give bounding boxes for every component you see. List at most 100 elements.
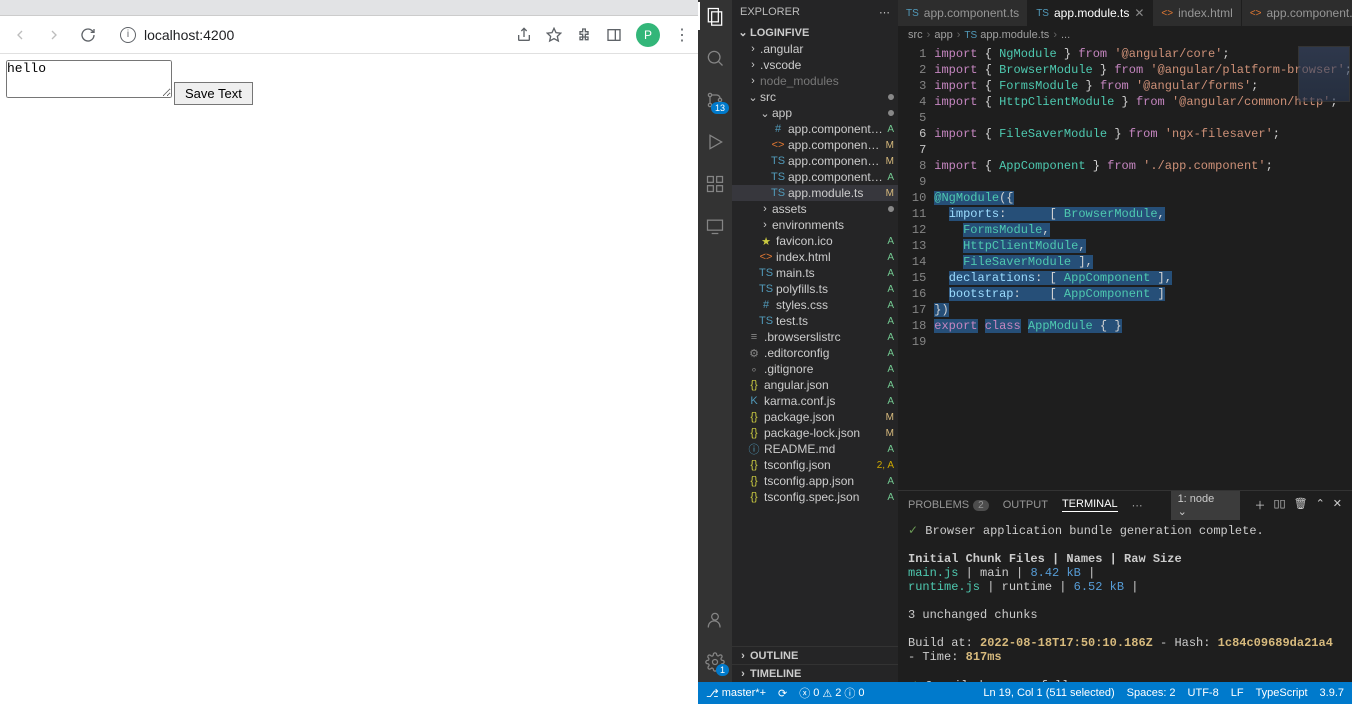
editor-tab[interactable]: TSapp.component.ts — [898, 0, 1028, 26]
trash-icon[interactable]: 🗑 — [1294, 497, 1308, 513]
text-input[interactable] — [6, 60, 172, 98]
browser-toolbar: i localhost:4200 P ⋮ — [0, 16, 698, 54]
tree-item[interactable]: ›.vscode — [732, 57, 898, 73]
bookmark-icon[interactable] — [546, 27, 562, 43]
tree-item[interactable]: TSmain.tsA — [732, 265, 898, 281]
vscode-window: 13 1 EXPLORER ⋯ ⌄LOGINFIVE ›.angular›.vs… — [698, 0, 1352, 704]
breadcrumb[interactable]: src›app›TS app.module.ts›... — [898, 26, 1352, 44]
tree-item[interactable]: <>index.htmlA — [732, 249, 898, 265]
tree-item[interactable]: {}package.jsonM — [732, 409, 898, 425]
maximize-icon[interactable]: ⌃ — [1316, 497, 1325, 513]
status-spaces[interactable]: Spaces: 2 — [1127, 687, 1176, 699]
activity-bar: 13 1 — [698, 0, 732, 682]
close-panel-icon[interactable]: ✕ — [1333, 497, 1342, 513]
profile-avatar[interactable]: P — [636, 23, 660, 47]
outline-section[interactable]: ›OUTLINE — [732, 646, 898, 664]
settings-icon[interactable]: 1 — [703, 650, 727, 674]
tree-item[interactable]: ≡.browserslistrcA — [732, 329, 898, 345]
status-branch[interactable]: ⎇ master*+ — [706, 687, 766, 700]
status-diagnostics[interactable]: ⓧ 0 ⚠ 2 ⓘ 0 — [799, 685, 864, 701]
tree-item[interactable]: ›node_modules — [732, 73, 898, 89]
status-position[interactable]: Ln 19, Col 1 (511 selected) — [983, 687, 1114, 699]
tree-item[interactable]: ⓘREADME.mdA — [732, 441, 898, 457]
debug-icon[interactable] — [703, 130, 727, 154]
explorer-icon[interactable] — [703, 4, 727, 28]
split-terminal-icon[interactable]: ▯▯ — [1273, 497, 1285, 513]
browser-window: i localhost:4200 P ⋮ Save Text — [0, 0, 698, 704]
code-lines[interactable]: import { NgModule } from '@angular/core'… — [934, 44, 1352, 490]
tree-item[interactable]: {}package-lock.jsonM — [732, 425, 898, 441]
account-icon[interactable] — [703, 608, 727, 632]
search-icon[interactable] — [703, 46, 727, 70]
more-icon[interactable]: ⋯ — [879, 6, 890, 19]
browser-tab-strip[interactable] — [0, 0, 698, 16]
editor-tab[interactable]: <>app.component.h — [1242, 0, 1352, 26]
remote-icon[interactable] — [703, 214, 727, 238]
site-info-icon[interactable]: i — [120, 27, 136, 43]
tree-item[interactable]: #styles.cssA — [732, 297, 898, 313]
editor-area: TSapp.component.tsTSapp.module.ts✕<>inde… — [898, 0, 1352, 682]
tree-item[interactable]: TSpolyfills.tsA — [732, 281, 898, 297]
tab-problems[interactable]: PROBLEMS2 — [908, 499, 989, 511]
tree-item[interactable]: TSapp.module.tsM — [732, 185, 898, 201]
tree-item[interactable]: ∘.gitignoreA — [732, 361, 898, 377]
forward-button[interactable] — [42, 23, 66, 47]
address-bar[interactable]: i localhost:4200 — [110, 21, 506, 49]
tree-item[interactable]: ›assets — [732, 201, 898, 217]
tree-item[interactable]: ★favicon.icoA — [732, 233, 898, 249]
reload-button[interactable] — [76, 23, 100, 47]
terminal-tabs: PROBLEMS2 OUTPUT TERMINAL ⋯ 1: node ⌄ ＋ … — [898, 491, 1352, 519]
tree-item[interactable]: ⚙.editorconfigA — [732, 345, 898, 361]
new-terminal-icon[interactable]: ＋ — [1254, 497, 1265, 513]
status-language[interactable]: TypeScript — [1256, 687, 1308, 699]
tree-item[interactable]: Kkarma.conf.jsA — [732, 393, 898, 409]
gutter: 12345678910111213141516171819 — [898, 44, 934, 490]
scm-icon[interactable]: 13 — [703, 88, 727, 112]
file-tree: ›.angular›.vscode›node_modules⌄src⌄app#a… — [732, 41, 898, 505]
sidebar-header: EXPLORER ⋯ — [732, 0, 898, 24]
tree-item[interactable]: <>app.component.htmlM — [732, 137, 898, 153]
tree-item[interactable]: TSapp.component.tsM — [732, 153, 898, 169]
tree-item[interactable]: {}tsconfig.json2, A — [732, 457, 898, 473]
code-editor[interactable]: 12345678910111213141516171819 import { N… — [898, 44, 1352, 490]
tree-item[interactable]: ⌄app — [732, 105, 898, 121]
terminal-selector[interactable]: 1: node ⌄ — [1171, 491, 1241, 520]
scm-badge: 13 — [711, 102, 729, 114]
tree-item[interactable]: ⌄src — [732, 89, 898, 105]
tree-item[interactable]: {}angular.jsonA — [732, 377, 898, 393]
tab-output[interactable]: OUTPUT — [1003, 499, 1048, 511]
status-eol[interactable]: LF — [1231, 687, 1244, 699]
tree-item[interactable]: ›.angular — [732, 41, 898, 57]
back-button[interactable] — [8, 23, 32, 47]
project-root[interactable]: ⌄LOGINFIVE — [732, 24, 898, 41]
tree-item[interactable]: ›environments — [732, 217, 898, 233]
tree-item[interactable]: {}tsconfig.app.jsonA — [732, 473, 898, 489]
more-panel-icon[interactable]: ⋯ — [1132, 499, 1143, 512]
status-version[interactable]: 3.9.7 — [1320, 687, 1344, 699]
sidebar: EXPLORER ⋯ ⌄LOGINFIVE ›.angular›.vscode›… — [732, 0, 898, 682]
settings-badge: 1 — [716, 664, 729, 676]
save-text-button[interactable]: Save Text — [174, 82, 253, 105]
status-sync[interactable]: ⟳ — [778, 687, 787, 700]
tree-item[interactable]: TStest.tsA — [732, 313, 898, 329]
tree-item[interactable]: {}tsconfig.spec.jsonA — [732, 489, 898, 505]
url-text: localhost:4200 — [144, 27, 234, 43]
share-icon[interactable] — [516, 27, 532, 43]
tab-terminal[interactable]: TERMINAL — [1062, 498, 1118, 512]
terminal-output[interactable]: ✓ Browser application bundle generation … — [898, 519, 1352, 682]
minimap[interactable] — [1298, 46, 1350, 102]
extensions-icon[interactable] — [576, 27, 592, 43]
tree-item[interactable]: #app.component.cssA — [732, 121, 898, 137]
status-encoding[interactable]: UTF-8 — [1188, 687, 1219, 699]
timeline-section[interactable]: ›TIMELINE — [732, 664, 898, 682]
terminal-panel: PROBLEMS2 OUTPUT TERMINAL ⋯ 1: node ⌄ ＋ … — [898, 490, 1352, 682]
sidepanel-icon[interactable] — [606, 27, 622, 43]
tree-item[interactable]: TSapp.component.spec.tsA — [732, 169, 898, 185]
menu-icon[interactable]: ⋮ — [674, 25, 690, 45]
close-icon[interactable]: ✕ — [1134, 6, 1144, 20]
editor-tab[interactable]: TSapp.module.ts✕ — [1028, 0, 1153, 26]
extensions-activity-icon[interactable] — [703, 172, 727, 196]
explorer-title: EXPLORER — [740, 6, 800, 18]
toolbar-actions: P ⋮ — [516, 23, 690, 47]
editor-tab[interactable]: <>index.html — [1153, 0, 1241, 26]
